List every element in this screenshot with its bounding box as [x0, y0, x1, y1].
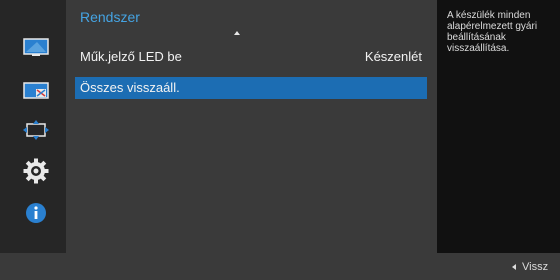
back-button[interactable]: Vissz — [512, 261, 548, 273]
scroll-up-indicator-icon — [234, 31, 240, 35]
back-label: Vissz — [522, 261, 549, 273]
help-text: A készülék minden alapérelmezett gyári b… — [447, 10, 538, 54]
picture-icon[interactable] — [22, 34, 50, 62]
menu-item-value: Készenlét — [364, 49, 422, 64]
osd-screen: Rendszer Műk.jelző LED be Készenlét Össz… — [0, 0, 560, 280]
color-icon[interactable] — [22, 77, 50, 105]
category-sidebar — [0, 0, 66, 253]
help-panel: A készülék minden alapérelmezett gyári b… — [437, 0, 560, 253]
back-arrow-icon — [512, 264, 516, 271]
menu-item-label: Összes visszaáll. — [80, 80, 180, 95]
info-icon[interactable] — [22, 199, 50, 227]
menu-item-label: Műk.jelző LED be — [80, 49, 182, 64]
menu-title: Rendszer — [80, 9, 140, 25]
system-menu-panel: Rendszer Műk.jelző LED be Készenlét Össz… — [66, 0, 437, 253]
screen-size-icon[interactable] — [22, 116, 50, 144]
settings-gear-icon[interactable] — [22, 157, 50, 185]
menu-item-power-led[interactable]: Műk.jelző LED be Készenlét — [75, 46, 427, 68]
bottom-bar: Vissz — [0, 253, 560, 280]
menu-item-reset-all[interactable]: Összes visszaáll. — [75, 77, 427, 99]
